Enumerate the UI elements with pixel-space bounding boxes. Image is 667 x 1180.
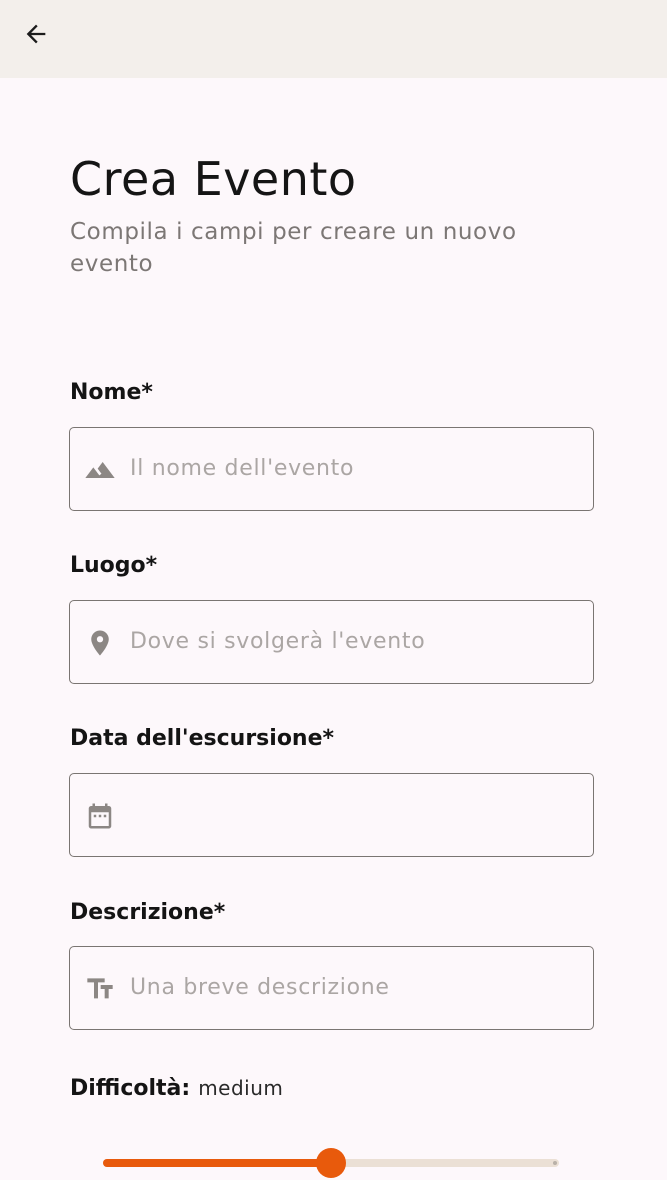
page-subtitle: Compila i campi per creare un nuovo even…: [70, 219, 517, 277]
place-label: Luogo*: [70, 553, 158, 578]
place-field[interactable]: [69, 600, 594, 684]
location-pin-icon: [84, 627, 116, 659]
name-input[interactable]: [130, 428, 580, 509]
difficulty-label: Difficoltà:: [70, 1076, 191, 1101]
place-input[interactable]: [130, 601, 580, 682]
date-input[interactable]: [130, 774, 580, 855]
date-field[interactable]: [69, 773, 594, 857]
landscape-icon: [84, 454, 116, 486]
difficulty-value: medium: [198, 1076, 284, 1100]
name-label: Nome*: [70, 380, 153, 405]
page-title: Crea Evento: [70, 152, 357, 206]
slider-thumb[interactable]: [316, 1148, 346, 1178]
description-label: Descrizione*: [70, 900, 226, 925]
slider-active-track: [103, 1159, 331, 1167]
description-field[interactable]: [69, 946, 594, 1030]
date-label: Data dell'escursione*: [70, 726, 335, 751]
description-input[interactable]: [130, 947, 580, 1028]
back-button[interactable]: [14, 14, 58, 58]
name-field[interactable]: [69, 427, 594, 511]
app-bar: [0, 0, 667, 78]
arrow-left-icon: [22, 20, 50, 52]
slider-tick-mark: [553, 1161, 557, 1165]
calendar-icon: [84, 800, 116, 832]
text-fields-icon: [84, 973, 116, 1005]
difficulty-slider[interactable]: [103, 1146, 559, 1180]
difficulty-row: Difficoltà: medium: [70, 1076, 283, 1101]
